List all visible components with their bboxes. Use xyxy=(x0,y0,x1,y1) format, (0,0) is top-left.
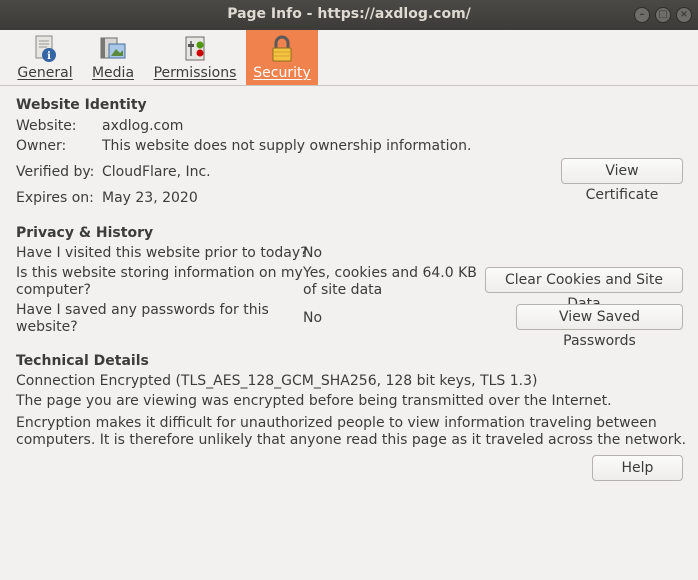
encryption-explain-line2: computers. It is therefore unlikely that… xyxy=(16,432,687,448)
visited-question: Have I visited this website prior to tod… xyxy=(16,245,308,261)
tab-general[interactable]: i General xyxy=(8,30,82,85)
encrypted-transmit-text: The page you are viewing was encrypted b… xyxy=(16,393,612,409)
storing-question-line1: Is this website storing information on m… xyxy=(16,265,303,281)
passwords-question-line2: website? xyxy=(16,319,78,335)
website-identity-heading: Website Identity xyxy=(16,97,147,113)
encryption-explain-line1: Encryption makes it difficult for unauth… xyxy=(16,415,657,431)
storing-answer-line1: Yes, cookies and 64.0 KB xyxy=(303,265,477,281)
view-saved-passwords-button[interactable]: View Saved Passwords xyxy=(516,304,683,349)
document-info-icon: i xyxy=(35,35,56,62)
owner-value: This website does not supply ownership i… xyxy=(102,138,472,154)
expires-value: May 23, 2020 xyxy=(102,190,198,206)
tab-media[interactable]: Media xyxy=(85,30,141,85)
expires-label: Expires on: xyxy=(16,190,94,206)
title-bar[interactable]: Page Info - https://axdlog.com/ – □ × xyxy=(0,0,698,30)
verified-value: CloudFlare, Inc. xyxy=(102,164,211,180)
connection-encrypted-text: Connection Encrypted (TLS_AES_128_GCM_SH… xyxy=(16,373,538,389)
media-icon xyxy=(100,37,126,59)
tab-general-label: General xyxy=(17,65,73,81)
passwords-answer: No xyxy=(303,310,323,326)
tab-permissions-label: Permissions xyxy=(153,65,237,81)
clear-cookies-button[interactable]: Clear Cookies and Site Data xyxy=(485,267,683,312)
website-value: axdlog.com xyxy=(102,118,184,134)
passwords-question-line1: Have I saved any passwords for this xyxy=(16,302,269,318)
visited-answer: No xyxy=(303,245,323,261)
view-certificate-button[interactable]: View Certificate xyxy=(561,158,683,203)
help-button[interactable]: Help xyxy=(592,455,683,481)
permissions-icon xyxy=(185,36,205,61)
technical-details-heading: Technical Details xyxy=(16,353,149,369)
tab-permissions[interactable]: Permissions xyxy=(148,30,242,85)
tab-security[interactable]: Security xyxy=(246,30,318,85)
lock-icon xyxy=(272,35,292,62)
owner-label: Owner: xyxy=(16,138,67,154)
minimize-icon[interactable]: – xyxy=(634,7,650,23)
privacy-history-heading: Privacy & History xyxy=(16,225,154,241)
close-icon[interactable]: × xyxy=(676,7,692,23)
storing-question-line2: computer? xyxy=(16,282,91,298)
website-label: Website: xyxy=(16,118,77,134)
verified-label: Verified by: xyxy=(16,164,95,180)
tab-security-label: Security xyxy=(253,65,311,81)
storing-answer-line2: of site data xyxy=(303,282,383,298)
maximize-icon[interactable]: □ xyxy=(655,7,671,23)
svg-text:i: i xyxy=(47,51,51,62)
tab-toolbar: i General Media Permissions Security xyxy=(0,30,698,86)
window-title: Page Info - https://axdlog.com/ xyxy=(227,6,471,22)
tab-media-label: Media xyxy=(91,65,135,81)
